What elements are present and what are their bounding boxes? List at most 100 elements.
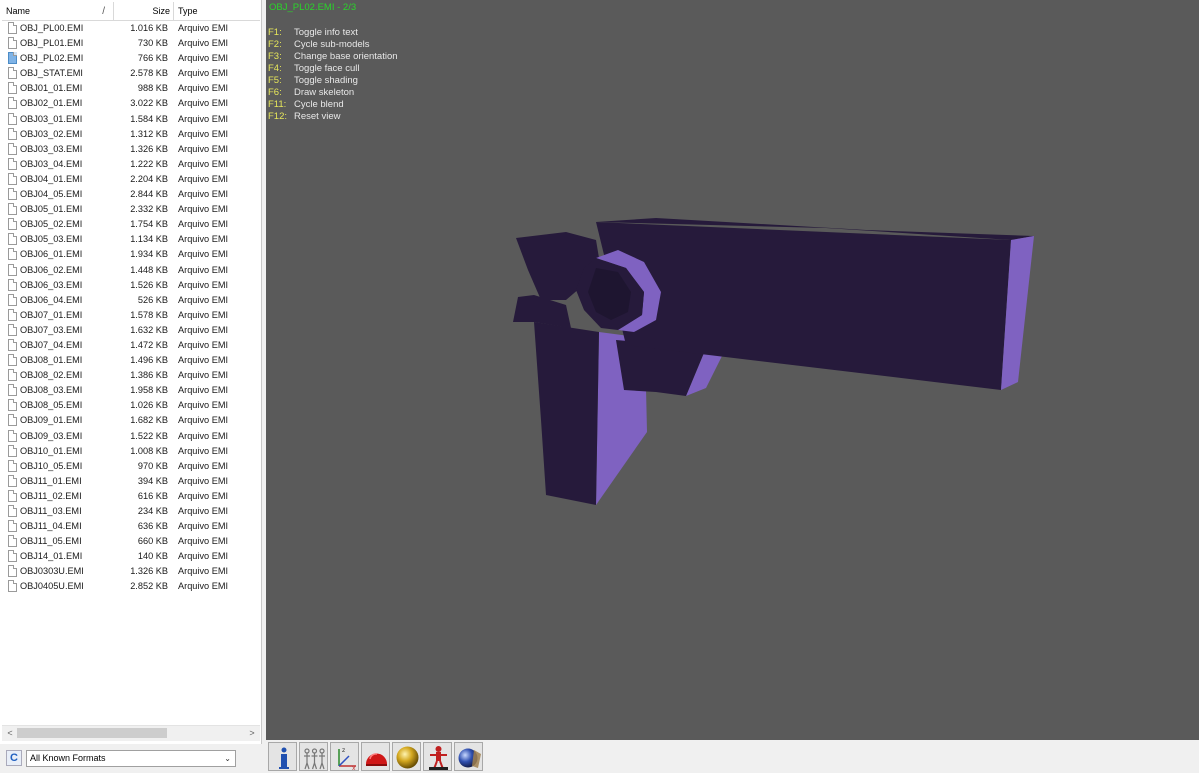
hotkey-label: Draw skeleton: [294, 87, 355, 98]
file-icon: [8, 550, 17, 563]
file-type: Arquivo EMI: [178, 38, 229, 49]
file-icon: [8, 399, 17, 412]
file-row[interactable]: OBJ09_03.EMI 1.522 KB Arquivo EMI: [2, 429, 260, 444]
file-row[interactable]: OBJ02_01.EMI 3.022 KB Arquivo EMI: [2, 96, 260, 111]
file-row[interactable]: OBJ0303U.EMI 1.326 KB Arquivo EMI: [2, 564, 260, 579]
file-type: Arquivo EMI: [178, 551, 229, 562]
sub-models-button[interactable]: [299, 742, 328, 771]
file-row[interactable]: OBJ08_05.EMI 1.026 KB Arquivo EMI: [2, 398, 260, 413]
horizontal-scrollbar[interactable]: < >: [2, 725, 260, 741]
file-size: 766 KB: [137, 53, 168, 64]
file-row[interactable]: OBJ_PL02.EMI 766 KB Arquivo EMI: [2, 51, 260, 66]
file-row[interactable]: OBJ05_03.EMI 1.134 KB Arquivo EMI: [2, 232, 260, 247]
sort-indicator-icon: /: [102, 6, 105, 17]
file-row[interactable]: OBJ03_01.EMI 1.584 KB Arquivo EMI: [2, 112, 260, 127]
column-type-label: Type: [178, 6, 198, 16]
file-row[interactable]: OBJ08_02.EMI 1.386 KB Arquivo EMI: [2, 368, 260, 383]
file-row[interactable]: OBJ04_01.EMI 2.204 KB Arquivo EMI: [2, 172, 260, 187]
column-header-size[interactable]: Size: [114, 2, 174, 20]
file-row[interactable]: OBJ07_01.EMI 1.578 KB Arquivo EMI: [2, 308, 260, 323]
file-icon: [8, 505, 17, 517]
file-row[interactable]: OBJ08_03.EMI 1.958 KB Arquivo EMI: [2, 383, 260, 398]
file-icon: [8, 157, 17, 170]
file-row[interactable]: OBJ_PL01.EMI 730 KB Arquivo EMI: [2, 36, 260, 51]
file-browser-panel: Name / Size Type OBJ_PL00.EMI 1.016 KB Arq…: [0, 0, 262, 773]
file-row[interactable]: OBJ03_03.EMI 1.326 KB Arquivo EMI: [2, 142, 260, 157]
orientation-button[interactable]: z x: [330, 742, 359, 771]
shading-button[interactable]: [392, 742, 421, 771]
scroll-right-arrow-icon[interactable]: >: [246, 727, 258, 740]
file-row[interactable]: OBJ03_02.EMI 1.312 KB Arquivo EMI: [2, 127, 260, 142]
file-type: Arquivo EMI: [178, 264, 229, 275]
file-row[interactable]: OBJ08_01.EMI 1.496 KB Arquivo EMI: [2, 353, 260, 368]
file-type: Arquivo EMI: [178, 279, 229, 290]
file-name: OBJ0405U.EMI: [20, 581, 84, 592]
file-row[interactable]: OBJ03_04.EMI 1.222 KB Arquivo EMI: [2, 157, 260, 172]
blend-button[interactable]: [454, 742, 483, 771]
file-name: OBJ08_01.EMI: [20, 355, 83, 366]
skeleton-button[interactable]: [423, 742, 452, 771]
hotkey-label: Toggle face cull: [294, 63, 360, 74]
file-size: 234 KB: [137, 506, 168, 516]
file-row[interactable]: OBJ05_02.EMI 1.754 KB Arquivo EMI: [2, 217, 260, 232]
file-name: OBJ_PL01.EMI: [20, 38, 84, 49]
hotkey-label: Reset view: [294, 111, 341, 122]
file-row[interactable]: OBJ04_05.EMI 2.844 KB Arquivo EMI: [2, 187, 260, 202]
file-icon: [8, 67, 17, 80]
file-icon: [8, 188, 17, 201]
file-type: Arquivo EMI: [178, 581, 229, 592]
column-header-name[interactable]: Name /: [2, 2, 114, 20]
file-name: OBJ08_02.EMI: [20, 370, 83, 381]
file-size: 394 KB: [137, 475, 168, 486]
file-name: OBJ05_02.EMI: [20, 219, 83, 230]
file-row[interactable]: OBJ10_05.EMI 970 KB Arquivo EMI: [2, 459, 260, 474]
file-row[interactable]: OBJ14_01.EMI 140 KB Arquivo EMI: [2, 549, 260, 564]
grip-front-face: [534, 322, 599, 505]
file-size: 2.204 KB: [130, 173, 168, 184]
file-size: 616 KB: [137, 490, 168, 501]
file-row[interactable]: OBJ06_03.EMI 1.526 KB Arquivo EMI: [2, 278, 260, 293]
info-button[interactable]: [268, 742, 297, 771]
file-name: OBJ03_02.EMI: [20, 128, 83, 139]
model-viewport[interactable]: OBJ_PL02.EMI - 2/3 F1: Toggle info text F2…: [266, 0, 1199, 740]
file-row[interactable]: OBJ06_02.EMI 1.448 KB Arquivo EMI: [2, 263, 260, 278]
file-row[interactable]: OBJ06_04.EMI 526 KB Arquivo EMI: [2, 293, 260, 308]
scrollbar-thumb[interactable]: [17, 728, 167, 738]
file-row[interactable]: OBJ10_01.EMI 1.008 KB Arquivo EMI: [2, 444, 260, 459]
refresh-button[interactable]: C: [6, 750, 22, 766]
file-size: 1.134 KB: [130, 234, 168, 245]
file-icon: [8, 489, 17, 502]
file-row[interactable]: OBJ11_02.EMI 616 KB Arquivo EMI: [2, 489, 260, 504]
file-name: OBJ_PL00.EMI: [20, 23, 84, 33]
file-icon: [8, 52, 17, 65]
viewer-toolbar: z x: [266, 740, 1199, 773]
file-row[interactable]: OBJ0405U.EMI 2.852 KB Arquivo EMI: [2, 579, 260, 594]
file-row[interactable]: OBJ11_01.EMI 394 KB Arquivo EMI: [2, 474, 260, 489]
file-name: OBJ10_05.EMI: [20, 460, 83, 471]
file-row[interactable]: OBJ01_01.EMI 988 KB Arquivo EMI: [2, 81, 260, 96]
file-row[interactable]: OBJ09_01.EMI 1.682 KB Arquivo EMI: [2, 413, 260, 428]
file-row[interactable]: OBJ11_03.EMI 234 KB Arquivo EMI: [2, 504, 260, 519]
file-name: OBJ08_03.EMI: [20, 385, 83, 396]
file-icon: [8, 520, 17, 533]
file-size: 1.472 KB: [130, 339, 168, 350]
file-row[interactable]: OBJ06_01.EMI 1.934 KB Arquivo EMI: [2, 247, 260, 262]
file-size: 1.448 KB: [130, 264, 168, 275]
file-row[interactable]: OBJ_PL00.EMI 1.016 KB Arquivo EMI: [2, 21, 260, 36]
file-row[interactable]: OBJ07_04.EMI 1.472 KB Arquivo EMI: [2, 338, 260, 353]
scroll-left-arrow-icon[interactable]: <: [4, 727, 16, 740]
column-header-type[interactable]: Type: [174, 2, 260, 20]
file-size: 3.022 KB: [130, 98, 168, 109]
file-row[interactable]: OBJ05_01.EMI 2.332 KB Arquivo EMI: [2, 202, 260, 217]
hotkey-key: F6:: [268, 87, 282, 98]
file-icon: [8, 97, 17, 110]
file-size: 1.386 KB: [130, 370, 168, 381]
file-row[interactable]: OBJ11_05.EMI 660 KB Arquivo EMI: [2, 534, 260, 549]
format-filter-dropdown[interactable]: All Known Formats ⌄: [26, 750, 236, 767]
file-row[interactable]: OBJ_STAT.EMI 2.578 KB Arquivo EMI: [2, 66, 260, 81]
file-name: OBJ03_03.EMI: [20, 143, 83, 154]
face-cull-button[interactable]: [361, 742, 390, 771]
file-row[interactable]: OBJ07_03.EMI 1.632 KB Arquivo EMI: [2, 323, 260, 338]
file-icon: [8, 414, 17, 427]
file-row[interactable]: OBJ11_04.EMI 636 KB Arquivo EMI: [2, 519, 260, 534]
